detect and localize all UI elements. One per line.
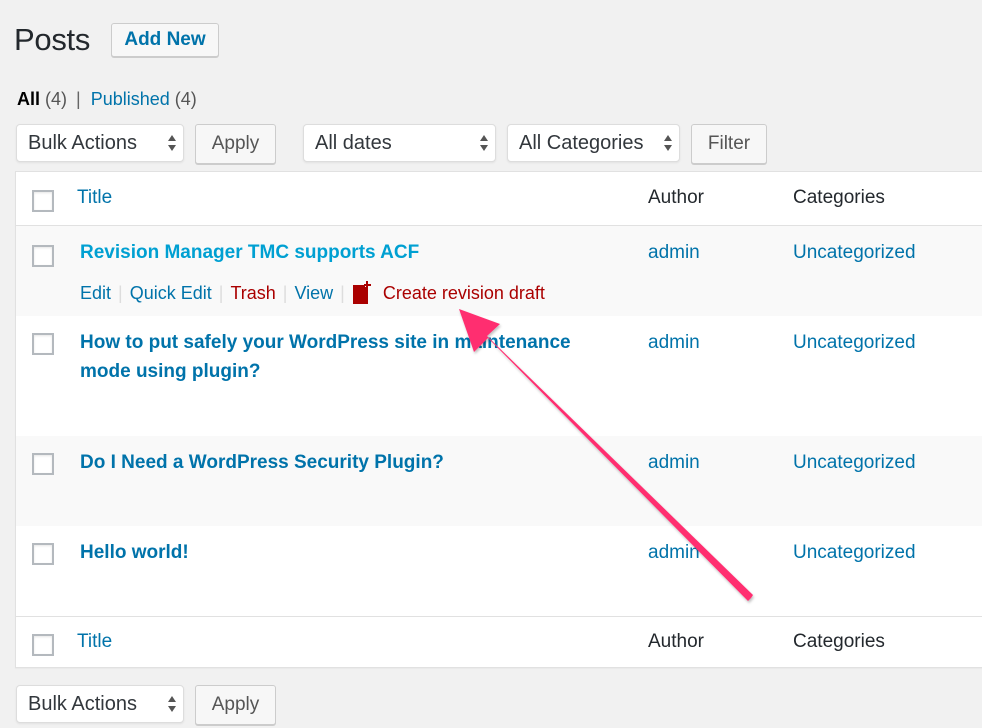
bulk-actions-value-bottom: Bulk Actions (28, 692, 137, 715)
category-link[interactable]: Uncategorized (793, 452, 916, 474)
table-row: Hello world! admin Uncategorized (16, 526, 982, 616)
row-checkbox[interactable] (32, 245, 54, 267)
column-author-header: Author (648, 187, 704, 208)
select-all-checkbox[interactable] (32, 190, 54, 212)
action-separator: | (282, 282, 288, 303)
author-link[interactable]: admin (648, 452, 700, 474)
view-all-label: All (17, 89, 41, 109)
column-categories-footer: Categories (793, 631, 885, 652)
select-updown-icon (168, 696, 176, 712)
post-title-link[interactable]: Revision Manager TMC supports ACF (80, 238, 610, 267)
column-author-footer: Author (648, 631, 704, 652)
row-checkbox[interactable] (32, 333, 54, 355)
view-published-count: (4) (174, 89, 197, 109)
apply-button-bottom[interactable]: Apply (195, 685, 276, 725)
posts-table: Title Author Categories Revision Manager… (15, 171, 982, 668)
action-separator: | (218, 282, 224, 303)
view-published-label: Published (90, 89, 170, 109)
create-revision-draft-link[interactable]: Create revision draft (352, 281, 545, 305)
table-footer: Title Author Categories (16, 616, 982, 669)
view-separator: | (76, 89, 81, 109)
action-separator: | (340, 282, 345, 303)
post-status-views: All (4) | Published (4) (17, 89, 197, 110)
bulk-actions-select-bottom[interactable]: Bulk Actions (16, 685, 184, 723)
post-title-link[interactable]: Do I Need a WordPress Security Plugin? (80, 448, 610, 477)
trash-link[interactable]: Trash (230, 283, 275, 304)
category-link[interactable]: Uncategorized (793, 332, 916, 354)
select-updown-icon (480, 135, 488, 151)
categories-filter-select[interactable]: All Categories (507, 124, 680, 162)
apply-button[interactable]: Apply (195, 124, 276, 164)
add-new-button[interactable]: Add New (111, 23, 219, 57)
author-link[interactable]: admin (648, 332, 700, 354)
row-checkbox[interactable] (32, 543, 54, 565)
view-all-link[interactable]: All (4) (17, 89, 67, 110)
select-updown-icon (168, 135, 176, 151)
document-plus-icon (352, 281, 371, 304)
row-actions: Edit | Quick Edit | Trash | View | Creat… (80, 281, 545, 305)
table-row: Revision Manager TMC supports ACF admin … (16, 226, 982, 316)
select-updown-icon (664, 135, 672, 151)
view-published-link[interactable]: Published (4) (91, 89, 197, 110)
column-title-sort-link[interactable]: Title (77, 187, 112, 209)
create-revision-draft-label: Create revision draft (382, 282, 545, 303)
bulk-actions-select[interactable]: Bulk Actions (16, 124, 184, 162)
category-link[interactable]: Uncategorized (793, 542, 916, 564)
column-categories-header: Categories (793, 187, 885, 208)
edit-link[interactable]: Edit (80, 283, 111, 304)
dates-filter-value: All dates (315, 131, 392, 154)
view-all-count: (4) (45, 89, 68, 109)
bulk-actions-value: Bulk Actions (28, 131, 137, 154)
author-link[interactable]: admin (648, 542, 700, 564)
quick-edit-link[interactable]: Quick Edit (130, 283, 212, 304)
action-separator: | (118, 282, 123, 303)
category-link[interactable]: Uncategorized (793, 242, 916, 264)
author-link[interactable]: admin (648, 242, 700, 264)
table-row: How to put safely your WordPress site in… (16, 316, 982, 436)
post-title-link[interactable]: How to put safely your WordPress site in… (80, 328, 610, 386)
filter-button[interactable]: Filter (691, 124, 767, 164)
categories-filter-value: All Categories (519, 131, 644, 154)
view-link[interactable]: View (294, 283, 333, 304)
column-title-sort-link-footer[interactable]: Title (77, 631, 112, 653)
page-title: Posts (14, 22, 91, 57)
table-row: Do I Need a WordPress Security Plugin? a… (16, 436, 982, 526)
row-checkbox[interactable] (32, 453, 54, 475)
dates-filter-select[interactable]: All dates (303, 124, 496, 162)
post-title-link[interactable]: Hello world! (80, 538, 610, 567)
table-header: Title Author Categories (16, 172, 982, 226)
select-all-checkbox-footer[interactable] (32, 634, 54, 656)
